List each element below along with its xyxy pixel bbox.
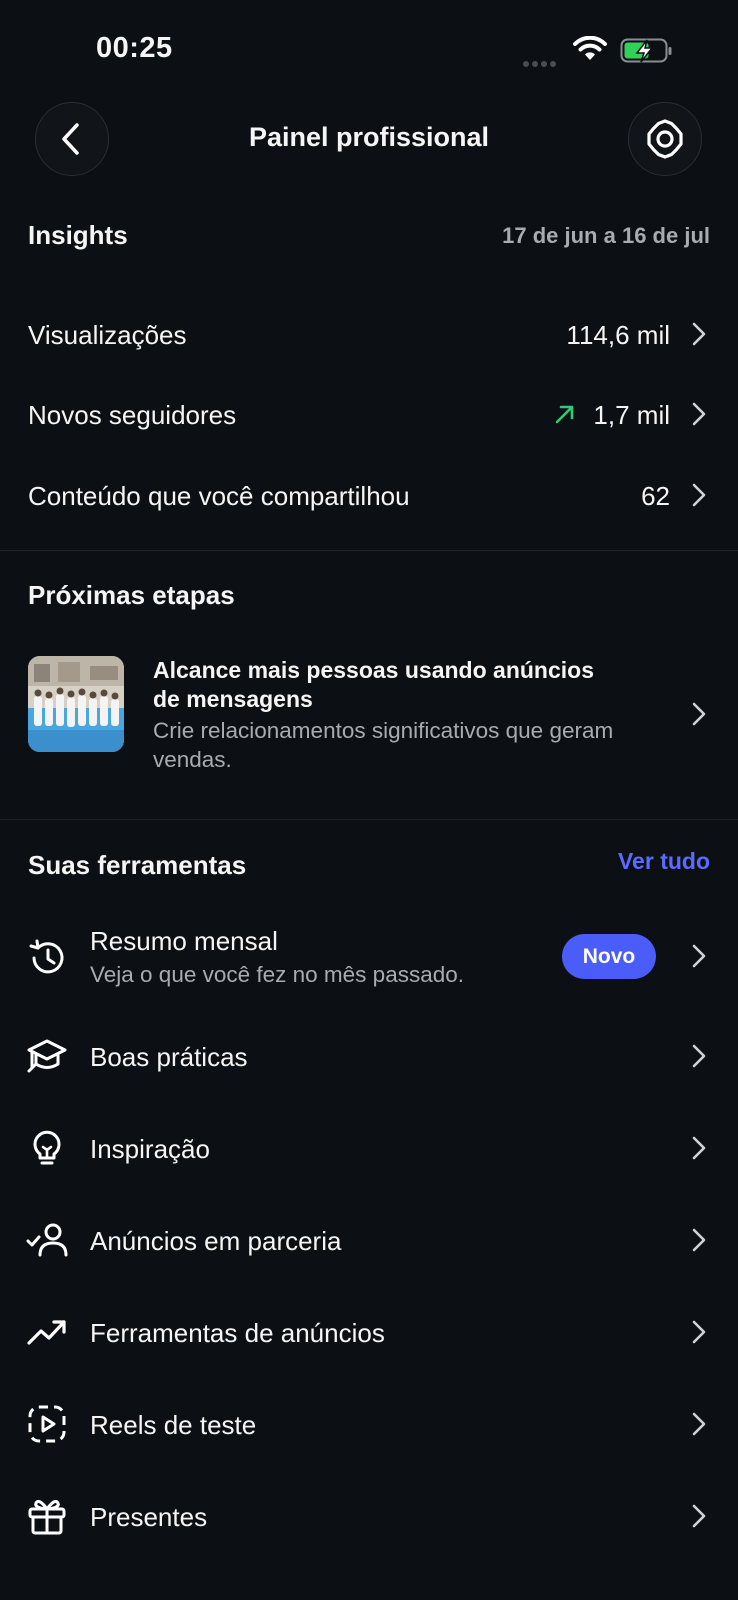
tool-label: Ferramentas de anúncios — [90, 1318, 385, 1348]
insights-date-range: 17 de jun a 16 de jul — [502, 223, 710, 248]
tool-item-best-practices[interactable]: Boas práticas — [0, 1010, 738, 1102]
tool-label: Resumo mensal — [90, 926, 278, 956]
next-step-description: Crie relacionamentos significativos que … — [153, 718, 614, 772]
metric-value: 62 — [641, 481, 670, 511]
settings-button[interactable] — [628, 102, 702, 176]
reels-test-icon — [28, 1405, 66, 1443]
tool-label: Presentes — [90, 1502, 208, 1532]
chevron-right-icon — [692, 702, 706, 726]
tool-label: Anúncios em parceria — [90, 1226, 342, 1256]
gear-icon — [647, 119, 683, 159]
section-divider — [0, 550, 738, 551]
chevron-right-icon — [692, 1504, 706, 1528]
tools-title: Suas ferramentas — [28, 850, 247, 880]
partner-check-icon — [26, 1223, 68, 1257]
wifi-icon — [573, 36, 607, 60]
cellular-signal-icon — [523, 54, 563, 67]
next-steps-title: Próximas etapas — [28, 580, 235, 610]
insights-row-new-followers[interactable]: Novos seguidores 1,7 mil — [0, 380, 738, 460]
section-divider — [0, 819, 738, 820]
chevron-right-icon — [692, 1044, 706, 1068]
tool-item-monthly-summary[interactable]: Resumo mensal Veja o que você fez no mês… — [0, 910, 738, 1010]
metric-label: Visualizações — [28, 320, 187, 350]
trend-up-arrow-icon — [555, 405, 574, 424]
tool-description: Veja o que você fez no mês passado. — [90, 962, 464, 987]
chevron-right-icon — [692, 322, 706, 346]
chevron-right-icon — [692, 1412, 706, 1436]
insights-title: Insights — [28, 220, 128, 250]
chevron-right-icon — [692, 1320, 706, 1344]
graduation-cap-icon — [27, 1039, 67, 1073]
chevron-right-icon — [692, 483, 706, 507]
insights-row-content-shared[interactable]: Conteúdo que você compartilhou 62 — [0, 461, 738, 541]
tool-item-gifts[interactable]: Presentes — [0, 1470, 738, 1562]
history-icon — [29, 939, 64, 974]
tool-item-inspiration[interactable]: Inspiração — [0, 1102, 738, 1194]
next-step-thumbnail — [28, 656, 124, 752]
metric-value: 1,7 mil — [593, 400, 670, 430]
see-all-link[interactable]: Ver tudo — [618, 848, 710, 875]
tool-label: Boas práticas — [90, 1042, 248, 1072]
tool-item-partnership-ads[interactable]: Anúncios em parceria — [0, 1194, 738, 1286]
trending-up-icon — [27, 1320, 66, 1345]
tool-label: Reels de teste — [90, 1410, 257, 1440]
battery-charging-icon — [620, 38, 672, 63]
lightbulb-icon — [33, 1130, 61, 1165]
tool-label: Inspiração — [90, 1134, 210, 1164]
metric-label: Conteúdo que você compartilhou — [28, 481, 410, 511]
new-badge: Novo — [562, 934, 656, 979]
chevron-right-icon — [692, 402, 706, 426]
gift-icon — [28, 1500, 66, 1535]
chevron-right-icon — [692, 1136, 706, 1160]
insights-row-views[interactable]: Visualizações 114,6 mil — [0, 300, 738, 380]
metric-value: 114,6 mil — [566, 320, 670, 350]
metric-label: Novos seguidores — [28, 400, 237, 430]
chevron-right-icon — [692, 1228, 706, 1252]
status-time: 00:25 — [96, 32, 173, 64]
next-step-title: Alcance mais pessoas usando anúncios de … — [153, 657, 594, 712]
chevron-right-icon — [692, 944, 706, 968]
tool-item-trial-reels[interactable]: Reels de teste — [0, 1378, 738, 1470]
status-bar: 00:25 — [0, 0, 738, 100]
tool-item-ad-tools[interactable]: Ferramentas de anúncios — [0, 1286, 738, 1378]
